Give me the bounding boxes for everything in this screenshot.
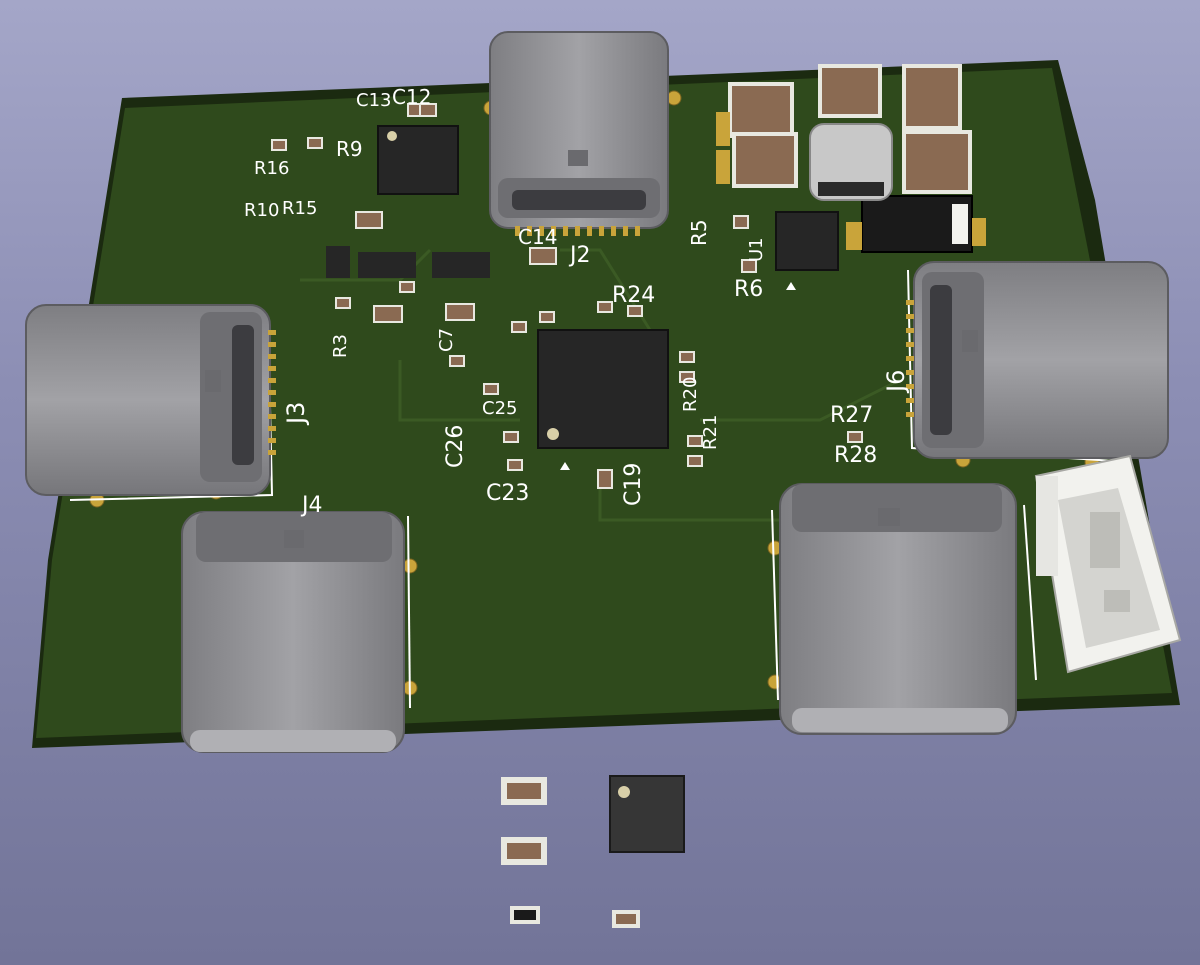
label-r3: R3 — [330, 334, 351, 358]
loose-qfn-ic[interactable] — [609, 775, 685, 853]
loose-capacitor-2[interactable] — [501, 837, 547, 865]
usb-c-port-j2[interactable] — [489, 31, 669, 236]
label-r10: R10 — [244, 200, 279, 221]
label-j2: J2 — [568, 243, 591, 268]
label-c12: C12 — [392, 85, 431, 109]
label-r20: R20 — [680, 377, 701, 412]
label-r16: R16 — [254, 158, 289, 179]
power-inductor — [809, 123, 893, 201]
usb-c-port-j5[interactable] — [779, 483, 1017, 735]
label-c26: C26 — [443, 425, 468, 468]
label-c19: C19 — [621, 463, 646, 506]
usb-c-port-j4[interactable] — [181, 511, 405, 753]
label-u1: U1 — [746, 237, 767, 262]
label-r21: R21 — [700, 415, 721, 450]
label-j6: J6 — [882, 370, 910, 394]
loose-resistor-1[interactable] — [510, 906, 540, 924]
usb-c-port-j3[interactable] — [25, 304, 276, 496]
label-c7: C7 — [436, 328, 457, 352]
label-j4: J4 — [300, 493, 323, 518]
usb-c-port-j6[interactable] — [906, 261, 1169, 459]
label-r28: R28 — [834, 443, 877, 468]
label-r9: R9 — [336, 137, 363, 161]
label-r15: R15 — [282, 198, 317, 219]
label-c25: C25 — [482, 398, 517, 419]
label-r6: R6 — [734, 277, 763, 302]
loose-resistor-2[interactable] — [612, 910, 640, 928]
label-r5: R5 — [687, 219, 711, 246]
loose-capacitor-1[interactable] — [501, 777, 547, 805]
label-j3: J3 — [282, 402, 310, 426]
main-ic-qfn[interactable] — [537, 329, 669, 470]
schottky-diode — [846, 195, 986, 253]
label-r27: R27 — [830, 403, 873, 428]
top-left-ic-qfn[interactable] — [377, 125, 459, 195]
label-c13: C13 — [356, 90, 391, 111]
pcb-3d-viewer-scene: J2 J3 J4 J6 R5 R6 R9 R24 R27 R28 C12 C13… — [25, 31, 1182, 928]
label-c14: C14 — [518, 225, 557, 249]
loose-parts — [501, 775, 685, 928]
label-c23: C23 — [486, 481, 529, 506]
label-r24: R24 — [612, 283, 655, 308]
